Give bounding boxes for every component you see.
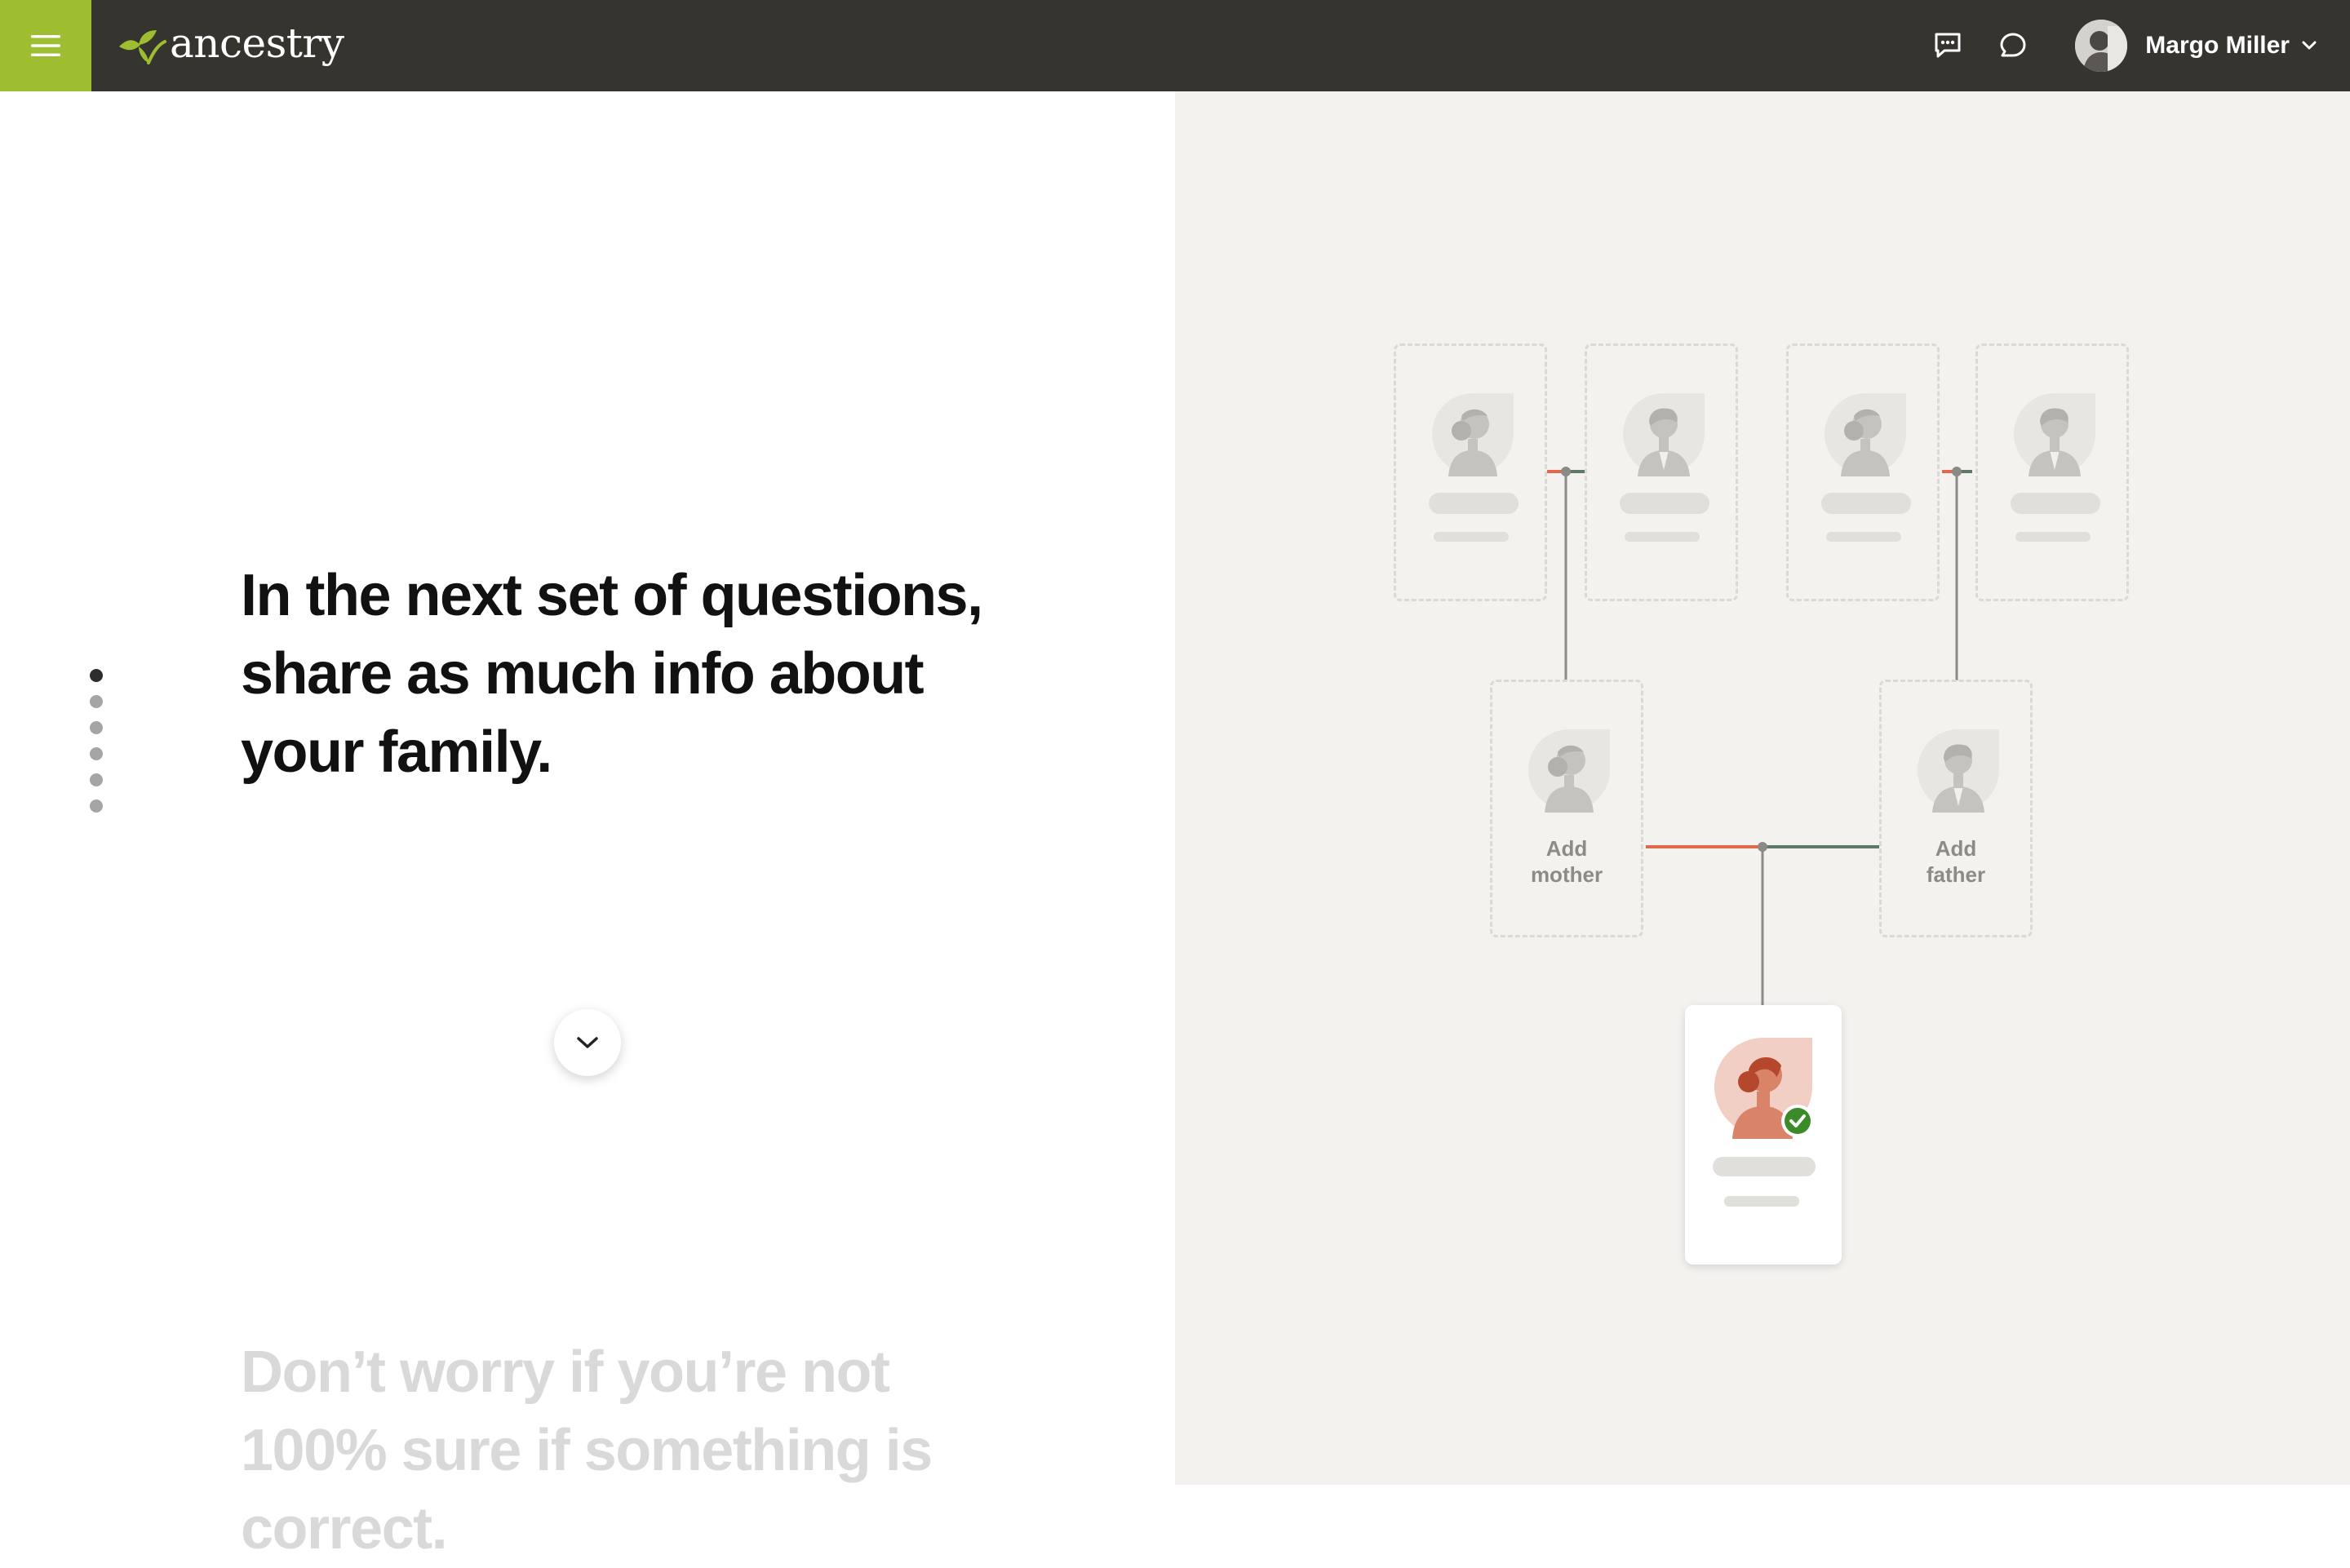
chat-bubble-icon: [2000, 33, 2026, 57]
leaf-logo-icon: [119, 30, 166, 64]
progress-dot-4[interactable]: [90, 747, 103, 760]
grandfather-paternal-card[interactable]: [1975, 343, 2129, 601]
grandfather-maternal-card[interactable]: [1585, 343, 1738, 601]
name-placeholder: [2011, 493, 2100, 514]
add-father-card[interactable]: Add father: [1879, 680, 2033, 937]
user-avatar[interactable]: [2075, 20, 2128, 72]
account-menu-toggle[interactable]: [2301, 40, 2317, 51]
reassurance-text: Don’t worry if you’re not 100% sure if s…: [241, 1340, 933, 1561]
progress-dot-2[interactable]: [90, 695, 103, 708]
intro-headline: In the next set of questions, share as m…: [241, 563, 983, 785]
name-placeholder: [1620, 493, 1709, 514]
add-mother-label: Add mother: [1530, 836, 1603, 887]
brand-name: ancestry: [170, 20, 344, 67]
detail-placeholder: [1826, 532, 1901, 542]
female-placeholder-icon: [1528, 729, 1610, 813]
progress-dot-6[interactable]: [90, 800, 103, 813]
user-name[interactable]: Margo Miller: [2145, 32, 2290, 60]
messages-button[interactable]: [1925, 23, 1971, 69]
add-father-label: Add father: [1926, 836, 1986, 887]
male-placeholder-icon: [1623, 393, 1705, 476]
female-placeholder-icon: [1825, 393, 1906, 476]
detail-placeholder: [1625, 532, 1700, 542]
name-placeholder: [1821, 493, 1911, 514]
family-tree-illustration: Add mother Add father: [1175, 91, 2350, 1485]
male-placeholder-icon: [2014, 393, 2095, 476]
question-panel: In the next set of questions, share as m…: [0, 91, 1175, 1561]
name-placeholder: [1429, 493, 1519, 514]
self-portrait-icon: [1714, 1038, 1814, 1139]
user-avatar-image: [2075, 20, 2128, 72]
grandmother-paternal-card[interactable]: [1786, 343, 1940, 601]
add-mother-card[interactable]: Add mother: [1490, 680, 1643, 937]
male-placeholder-icon: [1918, 729, 1999, 813]
progress-dot-5[interactable]: [90, 773, 103, 786]
hamburger-menu-button[interactable]: [0, 0, 91, 91]
self-person-card[interactable]: [1685, 1005, 1842, 1265]
chevron-down-icon: [577, 1037, 598, 1048]
name-placeholder: [1713, 1157, 1816, 1176]
chevron-down-icon: [2302, 41, 2317, 50]
detail-placeholder: [2015, 532, 2091, 542]
scroll-next-button[interactable]: [554, 1009, 621, 1076]
female-placeholder-icon: [1432, 393, 1514, 476]
progress-dots: [90, 669, 103, 826]
progress-dot-3[interactable]: [90, 721, 103, 734]
user-toolbar: Margo Miller: [1905, 0, 2317, 91]
progress-dot-1[interactable]: [90, 669, 103, 682]
hamburger-menu-icon: [31, 35, 60, 56]
top-navigation-bar: ancestry Margo Miller: [0, 0, 2350, 91]
detail-placeholder: [1434, 532, 1509, 542]
chat-button[interactable]: [1990, 23, 2036, 69]
detail-placeholder: [1724, 1196, 1799, 1207]
tree-connectors: [1547, 467, 1972, 1005]
message-icon: [1935, 33, 1961, 58]
ancestry-logo[interactable]: ancestry: [116, 20, 344, 67]
grandmother-maternal-card[interactable]: [1394, 343, 1547, 601]
